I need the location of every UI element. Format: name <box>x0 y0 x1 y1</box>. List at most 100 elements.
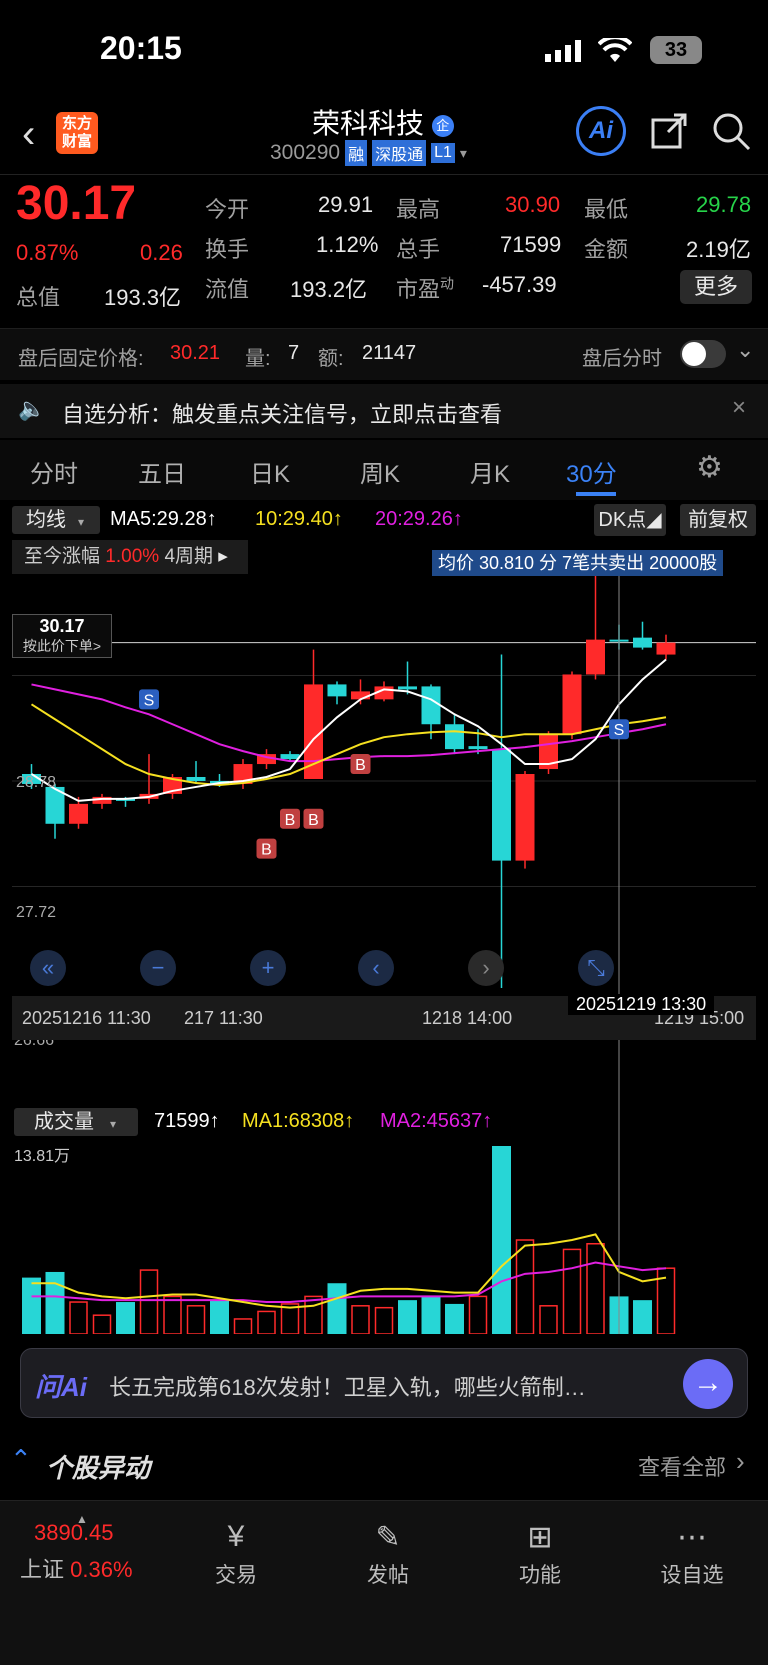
volume-bar <box>69 1301 88 1334</box>
nav-post-label: 发帖 <box>367 1564 409 1587</box>
tab-fenshi[interactable]: 分时 <box>30 454 78 489</box>
ma-select[interactable]: 均线 ▾ <box>12 506 100 534</box>
tab-30min[interactable]: 30分 <box>566 454 617 489</box>
wifi-icon <box>597 35 633 69</box>
afterhours-qty-label: 量: <box>245 348 271 370</box>
ma10-value: 10:29.40↑ <box>255 508 343 530</box>
since-change-box[interactable]: 至今涨幅 1.00% 4周期 ▸ <box>12 540 248 574</box>
index-ticker[interactable]: ▲ 3890.45 上证 0.36% <box>20 1512 170 1584</box>
signal-s-label: S <box>614 722 625 739</box>
vol-ma2: MA2:45637↑ <box>380 1110 493 1132</box>
turnover-value: 1.12% <box>316 232 379 257</box>
volume-bar <box>492 1146 511 1334</box>
price-tag[interactable]: 30.17 按此价下单> <box>12 614 112 658</box>
float-value: 193.2亿 <box>290 277 368 302</box>
change-value: 0.26 <box>140 240 183 265</box>
arrow-right-icon[interactable]: → <box>683 1359 733 1409</box>
close-icon[interactable]: × <box>732 394 746 422</box>
volume-bar <box>468 1295 488 1334</box>
ai-button[interactable]: Ai <box>576 106 626 156</box>
ma-select-label: 均线 <box>26 509 66 531</box>
candle-body <box>562 674 582 735</box>
tab-5day[interactable]: 五日 <box>138 454 186 489</box>
level-tag: L1 <box>431 143 455 163</box>
next-icon[interactable]: › <box>468 950 504 986</box>
more-button[interactable]: 更多 <box>680 270 752 304</box>
stock-header: ‹ 东方 财富 荣科科技 企 300290 融 深股通 L1 ▾ Ai <box>0 100 768 175</box>
corp-badge: 企 <box>431 114 454 137</box>
tab-weekly[interactable]: 周K <box>360 454 400 489</box>
kline-chart-area[interactable]: SBBBBS 均线 ▾ MA5:29.28↑ 10:29.40↑ 20:29.26… <box>0 500 768 1110</box>
volume-select[interactable]: 成交量 ▾ <box>14 1108 138 1136</box>
candle-body <box>280 754 300 760</box>
mcap-value: 193.3亿 <box>104 285 182 310</box>
afterhours-amt-label: 额: <box>318 348 344 370</box>
candle-body <box>351 691 370 700</box>
search-icon[interactable] <box>712 112 752 157</box>
nav-add-watchlist[interactable]: ⋯ 设自选 <box>632 1515 752 1589</box>
x-axis-bar: 20251216 11:30 217 11:30 1218 14:00 1219… <box>12 994 756 1040</box>
candle-body <box>398 686 417 690</box>
dk-button[interactable]: DK点◢ <box>594 504 666 536</box>
amount-value: 2.19亿 <box>686 237 751 262</box>
ma5-value: MA5:29.28↑ <box>110 508 217 530</box>
index-row: 上证 0.36% <box>20 1552 170 1584</box>
turnover-label: 换手 <box>205 237 250 262</box>
cursor-time: 20251219 13:30 <box>568 994 715 1015</box>
battery-icon: 33 <box>650 36 702 64</box>
high-value: 30.90 <box>505 192 561 217</box>
volume-bar <box>186 1305 206 1334</box>
chevron-down-icon[interactable]: ▾ <box>460 145 467 162</box>
tab-daily[interactable]: 日K <box>250 454 290 489</box>
ask-ai-bar[interactable]: 问Ai 长五完成第618次发射！卫星入轨，哪些火箭制… → <box>20 1348 748 1418</box>
volume-chart-area[interactable]: 成交量 ▾ 71599↑ MA1:68308↑ MA2:45637↑ 13.81万 <box>0 1108 768 1334</box>
volume-bar <box>374 1306 394 1334</box>
pe-sup: 动 <box>440 275 455 292</box>
nav-trade[interactable]: ¥ 交易 <box>176 1515 296 1589</box>
period-tabs: 分时 五日 日K 周K 月K 30分 ⚙ <box>0 440 768 500</box>
candle-body <box>633 637 652 648</box>
zoom-out-icon[interactable]: − <box>140 950 176 986</box>
volume-bar <box>45 1271 65 1334</box>
section-title: 个股异动 <box>46 1453 151 1483</box>
low-label: 最低 <box>584 197 629 222</box>
more-dots-icon: ⋯ <box>677 1520 707 1554</box>
chevron-up-icon[interactable]: ⌃ <box>10 1444 32 1475</box>
rewind-icon[interactable]: « <box>30 950 66 986</box>
tab-monthly[interactable]: 月K <box>470 454 510 489</box>
volume-bar <box>233 1318 253 1334</box>
fullscreen-icon[interactable]: ⤡ <box>578 950 614 986</box>
pe-label-text: 市盈 <box>396 277 441 302</box>
candle-body <box>186 776 206 781</box>
volume-bar <box>539 1305 558 1334</box>
price-tag-sub: 按此价下单> <box>22 638 102 654</box>
open-value: 29.91 <box>318 192 374 217</box>
zoom-in-icon[interactable]: + <box>250 950 286 986</box>
volume-bar <box>633 1300 652 1334</box>
candle-body <box>69 803 88 824</box>
volume-bar <box>445 1303 464 1334</box>
afterhours-amt: 21147 <box>362 342 417 364</box>
afterhours-toggle[interactable] <box>680 340 726 368</box>
chevron-down-icon[interactable]: ⌄ <box>736 337 754 363</box>
tab-active-underline <box>576 492 616 496</box>
index-name: 上证 <box>20 1557 65 1582</box>
analysis-banner[interactable]: 🔈 自选分析：触发重点关注信号，立即点击查看 × <box>0 384 768 438</box>
view-all-link[interactable]: 查看全部 <box>638 1450 726 1482</box>
volume-bar <box>398 1300 417 1334</box>
battery-level: 33 <box>664 38 688 61</box>
volume-bar <box>22 1277 41 1334</box>
back-icon[interactable]: ‹ <box>22 112 35 157</box>
low-value: 29.78 <box>696 192 752 217</box>
ask-ai-brand: 问Ai <box>35 1372 88 1402</box>
high-label: 最高 <box>396 197 441 222</box>
fq-button[interactable]: 前复权 <box>680 504 756 536</box>
prev-icon[interactable]: ‹ <box>358 950 394 986</box>
share-icon[interactable] <box>650 112 688 155</box>
nav-functions[interactable]: ⊞ 功能 <box>480 1515 600 1589</box>
nav-post[interactable]: ✎ 发帖 <box>328 1515 448 1589</box>
chevron-right-icon[interactable]: › <box>736 1446 745 1477</box>
gear-icon[interactable]: ⚙ <box>696 450 723 485</box>
eastmoney-logo: 东方 财富 <box>56 112 98 154</box>
vol-ma1: MA1:68308↑ <box>242 1110 355 1132</box>
